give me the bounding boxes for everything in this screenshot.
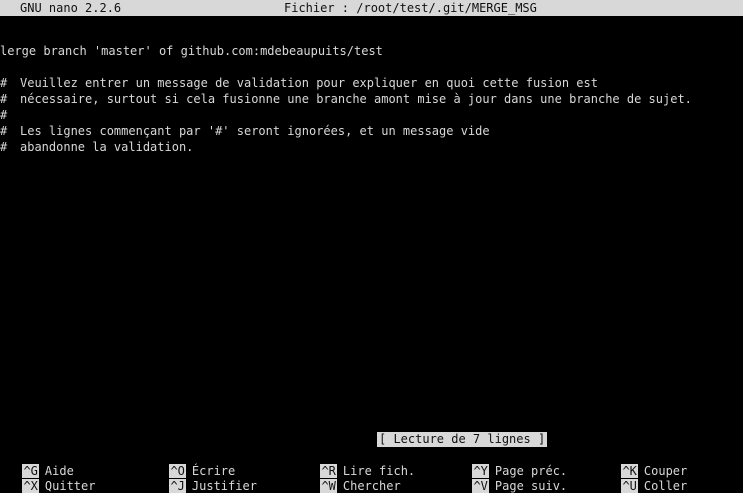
shortcut-paste[interactable]: ^U Coller bbox=[607, 465, 687, 493]
shortcut-label: Page suiv. bbox=[494, 479, 568, 493]
title-bar: GNU nano 2.2.6 Fichier : /root/test/.git… bbox=[0, 0, 743, 16]
shortcut-key: ^J bbox=[169, 479, 186, 493]
shortcut-label: Quitter bbox=[44, 479, 96, 493]
status-message: [ Lecture de 7 lignes ] bbox=[377, 432, 548, 447]
shortcut-quit[interactable]: ^X Quitter bbox=[8, 465, 95, 493]
shortcut-write[interactable]: ^O Écrire bbox=[155, 450, 235, 478]
shortcut-key: ^X bbox=[22, 479, 39, 493]
buffer-line[interactable]: abandonne la validation. bbox=[20, 139, 193, 155]
shortcut-search[interactable]: ^W Chercher bbox=[306, 465, 401, 493]
comment-marker: # bbox=[0, 140, 8, 154]
file-path: Fichier : /root/test/.git/MERGE_MSG bbox=[284, 1, 537, 15]
shortcut-label: Coller bbox=[643, 479, 688, 493]
shortcut-key: ^V bbox=[472, 479, 489, 493]
comment-marker: # bbox=[0, 76, 8, 90]
buffer-line[interactable]: lerge branch 'master' of github.com:mdeb… bbox=[0, 43, 383, 59]
shortcut-next-page[interactable]: ^V Page suiv. bbox=[458, 465, 567, 493]
shortcut-read-file[interactable]: ^R Lire fich. bbox=[306, 450, 415, 478]
shortcut-justify[interactable]: ^J Justifier bbox=[155, 465, 257, 493]
comment-marker: # bbox=[0, 92, 8, 106]
buffer-line[interactable]: nécessaire, surtout si cela fusionne une… bbox=[20, 91, 692, 107]
app-version: GNU nano 2.2.6 bbox=[20, 1, 122, 15]
comment-marker: # bbox=[0, 108, 8, 122]
buffer-line[interactable]: Les lignes commençant par '#' seront ign… bbox=[20, 123, 490, 139]
buffer-line[interactable]: Veuillez entrer un message de validation… bbox=[20, 75, 598, 91]
shortcut-label: Chercher bbox=[342, 479, 401, 493]
shortcut-prev-page[interactable]: ^Y Page préc. bbox=[458, 450, 567, 478]
shortcut-label: Justifier bbox=[191, 479, 257, 493]
shortcut-help[interactable]: ^G Aide bbox=[8, 450, 74, 478]
shortcut-cut[interactable]: ^K Couper bbox=[607, 450, 687, 478]
comment-marker: # bbox=[0, 124, 8, 138]
shortcut-key: ^U bbox=[621, 479, 638, 493]
shortcut-key: ^W bbox=[320, 479, 337, 493]
